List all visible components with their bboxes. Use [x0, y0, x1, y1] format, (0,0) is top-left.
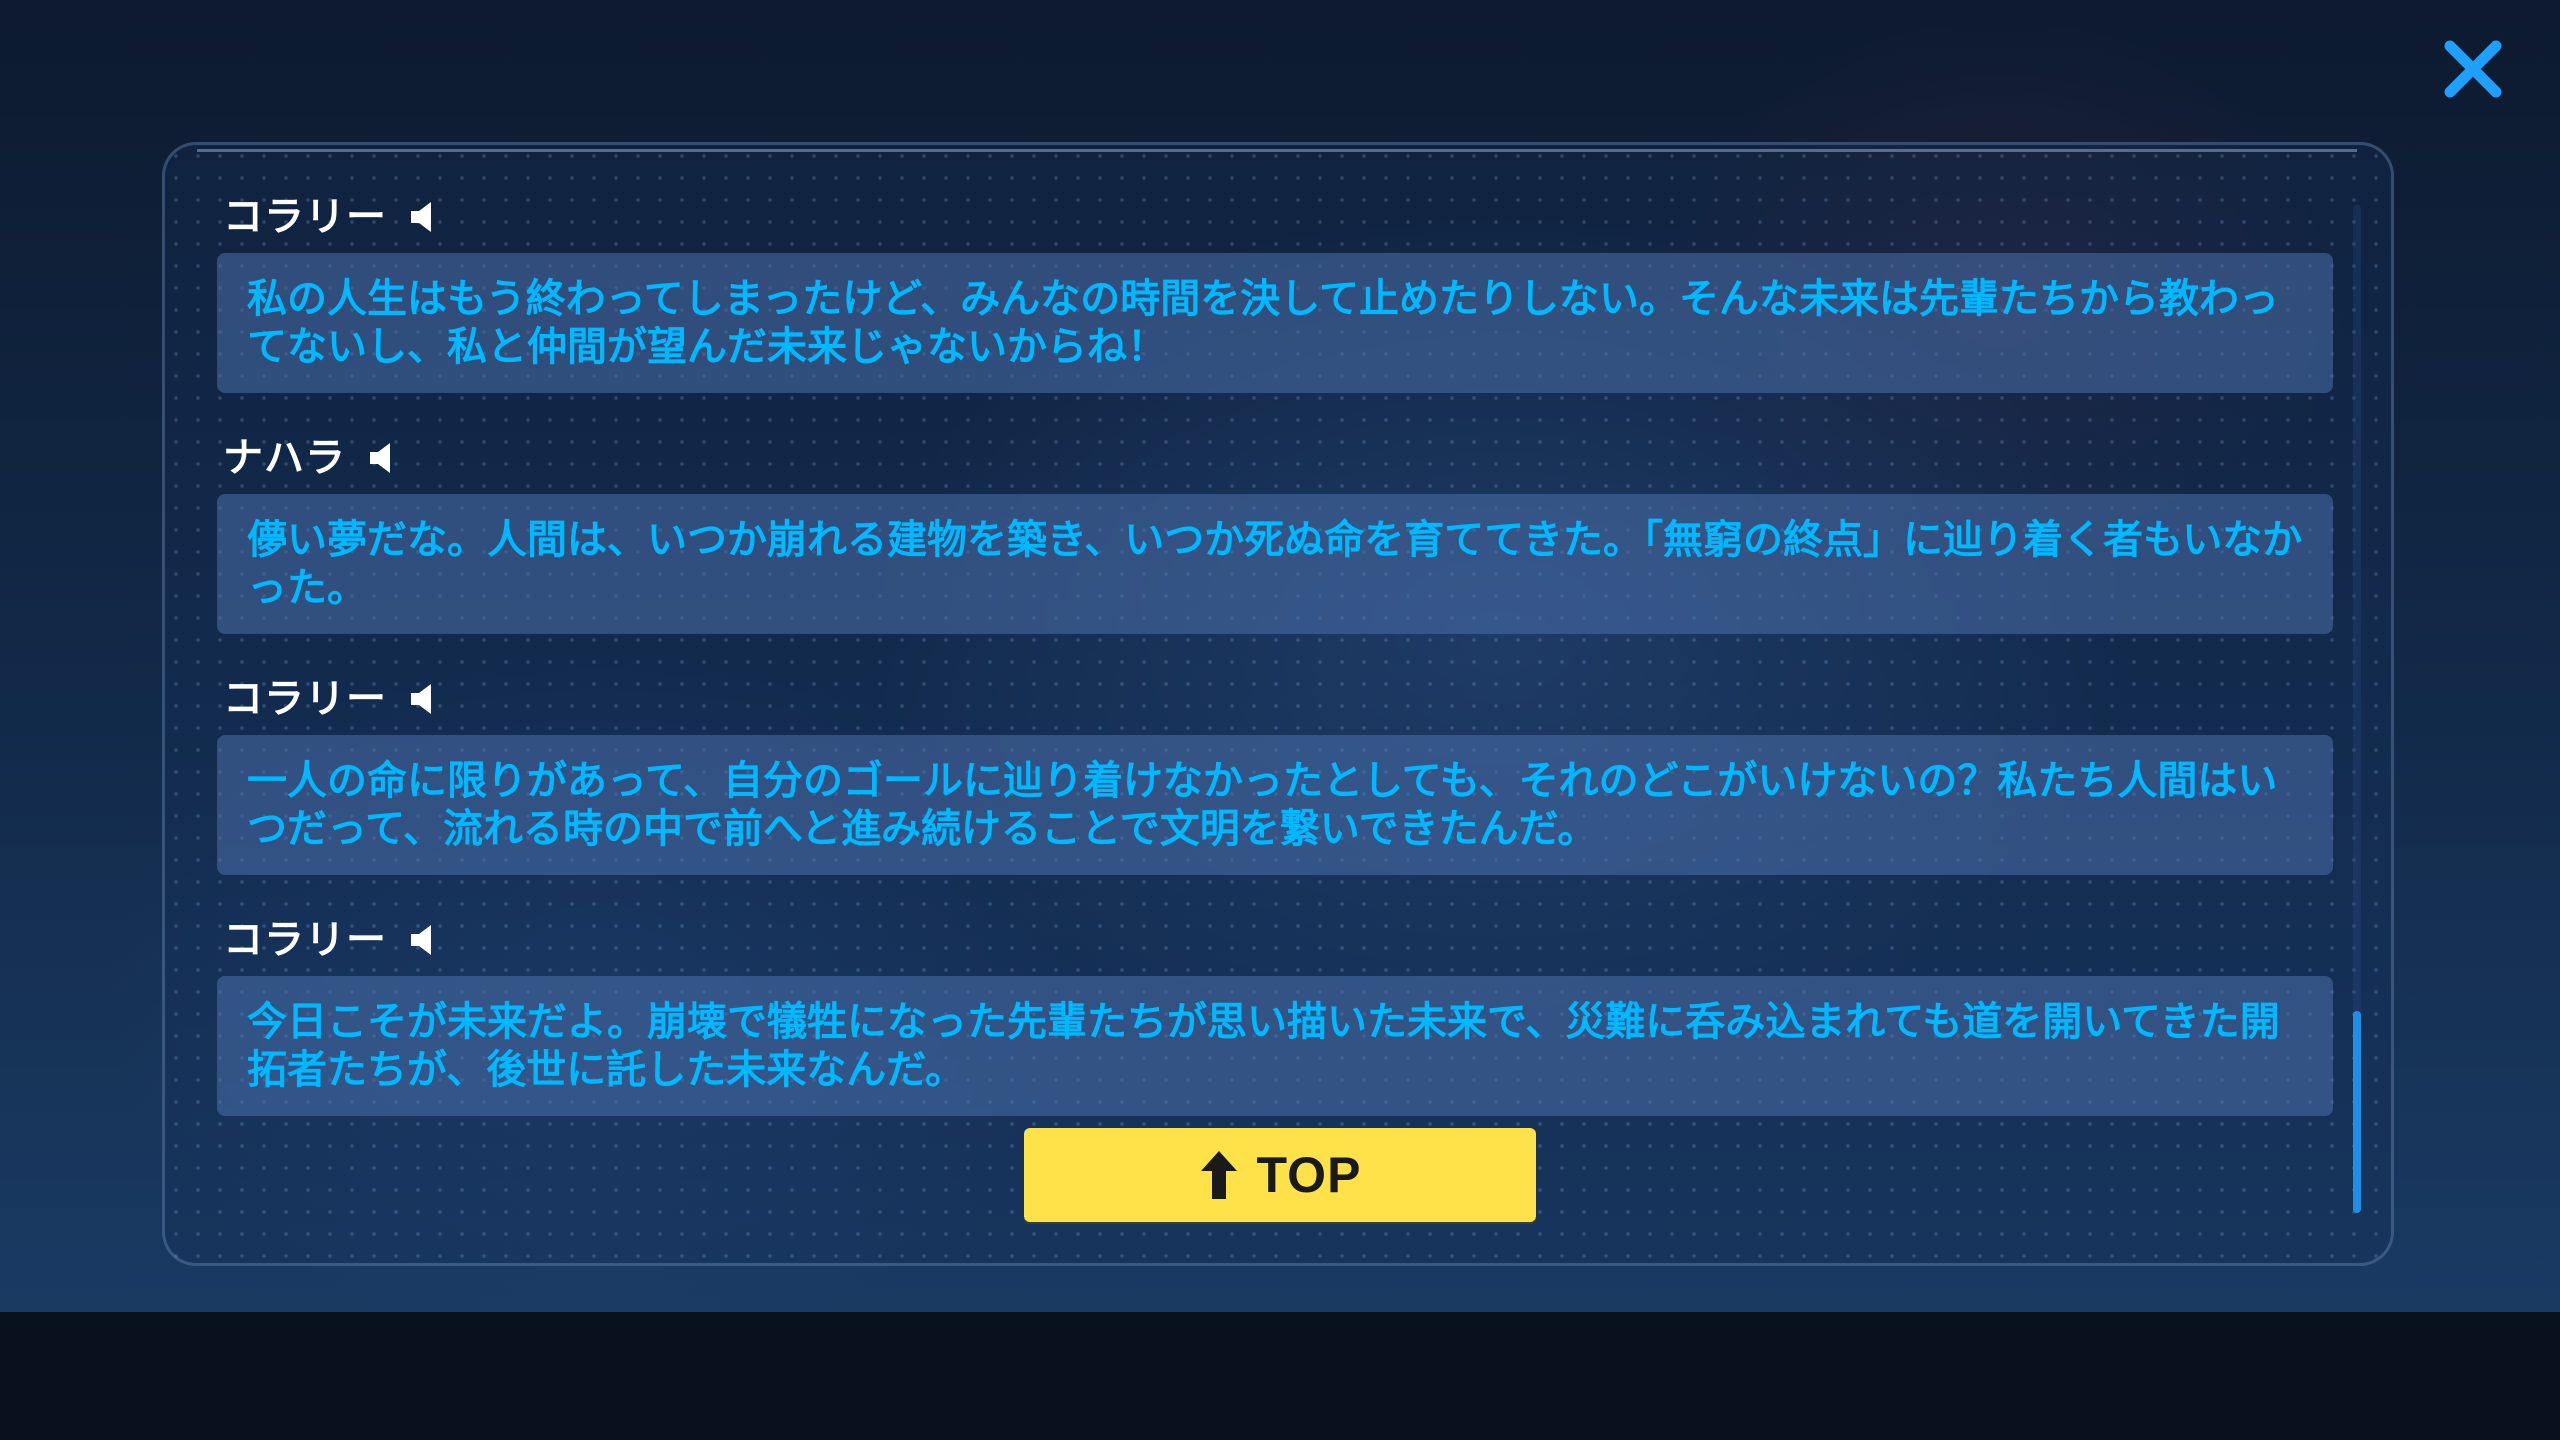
dialogue-entry-2-box: 一人の命に限りがあって、自分のゴールに辿り着けなかったとしても、それのどこがいけ…: [217, 735, 2333, 875]
speaker-name: コラリー: [223, 676, 387, 722]
dialogue-text: 今日こそが未来だよ。崩壊で犠牲になった先輩たちが思い描いた未来で、災難に呑み込ま…: [247, 999, 2280, 1093]
dialogue-log-panel[interactable]: コラリー 私の人生はもう終わってしまったけど、みんなの時間を決して止めたりしない…: [162, 142, 2394, 1266]
speaker-name: コラリー: [223, 194, 387, 240]
dialogue-text: 一人の命に限りがあって、自分のゴールに辿り着けなかったとしても、それのどこがいけ…: [247, 758, 2278, 852]
arrow-up-icon: [1200, 1151, 1237, 1199]
speaker-icon[interactable]: [409, 923, 439, 957]
speaker-name: コラリー: [223, 917, 387, 963]
game-screen: コラリー 私の人生はもう終わってしまったけど、みんなの時間を決して止めたりしない…: [0, 0, 2560, 1440]
scrollbar-thumb[interactable]: [2353, 1011, 2361, 1213]
speaker-name: ナハラ: [223, 435, 346, 481]
top-button-label: TOP: [1256, 1147, 1362, 1203]
dialogue-entry-0-box: 私の人生はもう終わってしまったけど、みんなの時間を決して止めたりしない。そんな未…: [217, 253, 2333, 393]
dialogue-entry-3-box: 今日こそが未来だよ。崩壊で犠牲になった先輩たちが思い描いた未来で、災難に呑み込ま…: [217, 976, 2333, 1116]
dialogue-entry-3-header: コラリー: [223, 912, 439, 968]
dialogue-text: 私の人生はもう終わってしまったけど、みんなの時間を決して止めたりしない。そんな未…: [247, 276, 2279, 370]
panel-top-divider: [197, 149, 2357, 152]
bottom-letterbox: [0, 1312, 2560, 1440]
dialogue-text: 儚い夢だな。人間は、いつか崩れる建物を築き、いつか死ぬ命を育ててきた。「無窮の終…: [247, 517, 2303, 611]
dialogue-entry-2-header: コラリー: [223, 671, 439, 727]
speaker-icon[interactable]: [409, 682, 439, 716]
dialogue-entry-0-header: コラリー: [223, 189, 439, 245]
dialogue-entry-1-box: 儚い夢だな。人間は、いつか崩れる建物を築き、いつか死ぬ命を育ててきた。「無窮の終…: [217, 494, 2333, 634]
speaker-icon[interactable]: [368, 441, 398, 475]
dialogue-entry-1-header: ナハラ: [223, 430, 398, 486]
speaker-icon[interactable]: [409, 200, 439, 234]
close-button[interactable]: [2440, 36, 2506, 102]
scroll-to-top-button[interactable]: TOP: [1024, 1128, 1536, 1222]
close-icon: [2444, 40, 2502, 98]
